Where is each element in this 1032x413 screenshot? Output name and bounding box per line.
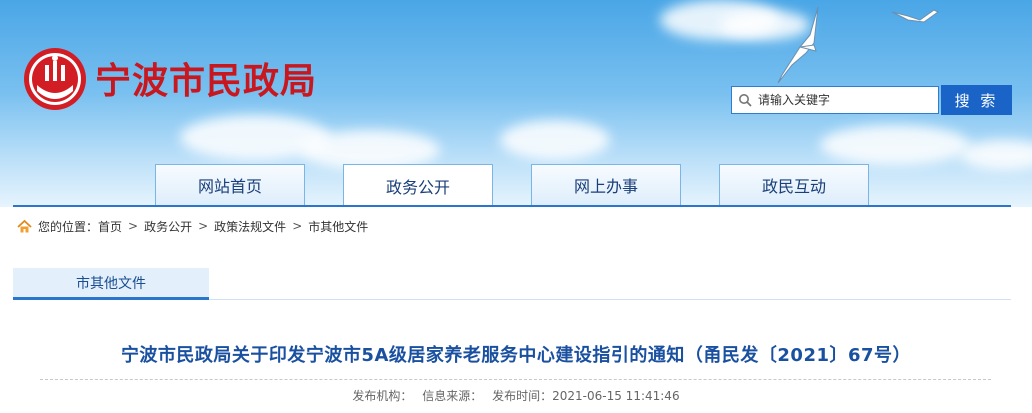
title-divider: [40, 379, 991, 380]
section-tab[interactable]: 市其他文件: [13, 268, 209, 300]
header-banner: 宁波市民政局 搜 索 网站首页 政务公开 网上办事 政民互动: [0, 0, 1032, 207]
tab-home[interactable]: 网站首页: [155, 164, 305, 205]
publish-time-label: 发布时间：: [492, 389, 553, 403]
search-button[interactable]: 搜 索: [941, 85, 1012, 115]
search-field[interactable]: [731, 86, 939, 114]
nav-underline: [13, 205, 1011, 207]
breadcrumb-policy-docs[interactable]: 政策法规文件: [214, 218, 286, 235]
tab-online-services[interactable]: 网上办事: [531, 164, 681, 205]
breadcrumb-prefix: 您的位置：: [38, 219, 99, 234]
breadcrumb-gov-affairs[interactable]: 政务公开: [144, 218, 192, 235]
seagull-icon: [891, 9, 939, 23]
article-meta: 发布机构： 信息来源： 发布时间：2021-06-15 11:41:46: [0, 387, 1032, 404]
tab-interaction[interactable]: 政民互动: [719, 164, 869, 205]
breadcrumb-separator: >: [198, 219, 209, 233]
article-title: 宁波市民政局关于印发宁波市5A级居家养老服务中心建设指引的通知（甬民发〔2021…: [120, 345, 912, 366]
publisher-label: 发布机构：: [352, 389, 413, 403]
home-icon: [17, 219, 32, 232]
tab-gov-affairs[interactable]: 政务公开: [343, 164, 493, 207]
main-nav: 网站首页 政务公开 网上办事 政民互动: [0, 164, 1032, 207]
site-title: 宁波市民政局: [95, 61, 318, 102]
breadcrumb-separator: >: [128, 219, 139, 233]
breadcrumb-separator: >: [292, 219, 303, 233]
search-input[interactable]: [756, 92, 930, 108]
breadcrumb-other-docs[interactable]: 市其他文件: [308, 218, 368, 235]
breadcrumb: 您的位置： 首页 > 政务公开 > 政策法规文件 > 市其他文件: [17, 217, 368, 235]
info-source-label: 信息来源：: [422, 389, 483, 403]
section-header: 市其他文件: [13, 268, 1011, 300]
breadcrumb-home[interactable]: 首页: [98, 218, 122, 235]
civil-affairs-logo: [24, 48, 86, 110]
seagull-icon: [777, 6, 819, 84]
publish-time-value: 2021-06-15 11:41:46: [552, 389, 680, 403]
search-icon: [739, 94, 752, 107]
